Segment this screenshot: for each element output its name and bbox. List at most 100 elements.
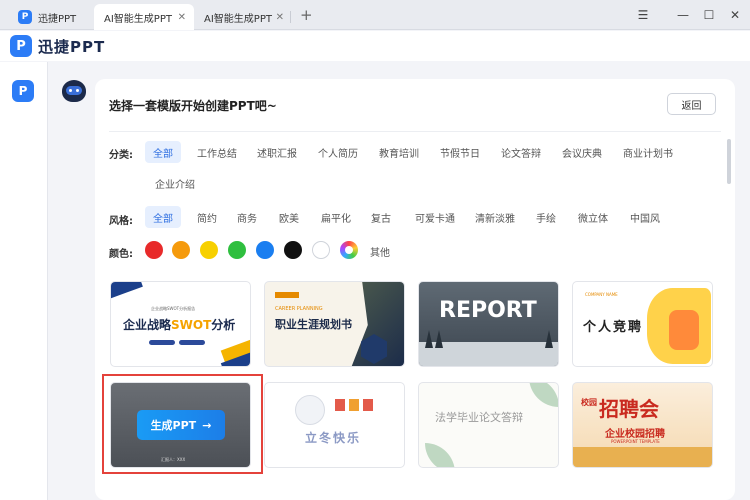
card-title: 选择一套模版开始创建PPT吧~ — [109, 99, 277, 113]
menu-icon[interactable]: ☰ — [634, 6, 652, 24]
color-swatch-white[interactable] — [312, 241, 330, 259]
category-chip[interactable]: 工作总结 — [189, 141, 245, 163]
app-header: P 迅捷PPT — [0, 31, 750, 61]
decor-pill — [149, 340, 175, 345]
template-title: 立冬快乐 — [305, 431, 362, 445]
style-chip[interactable]: 手绘 — [528, 206, 564, 228]
tab-bar: P 迅捷PPT AI智能生成PPT ✕ AI智能生成PPT ✕ + ☰ — ☐ … — [0, 0, 750, 30]
category-chip[interactable]: 论文答辩 — [493, 141, 549, 163]
color-swatch-blue[interactable] — [256, 241, 274, 259]
app-logo-icon: P — [18, 10, 32, 24]
decor-city — [573, 447, 712, 467]
title-part: 企业战略 — [123, 318, 172, 332]
decor-tree — [435, 330, 443, 348]
template-subtitle: CAREER PLANNING — [275, 306, 323, 312]
tab-ai-ppt-2[interactable]: AI智能生成PPT ✕ — [196, 4, 292, 30]
template-card-report[interactable]: REPORT — [418, 281, 559, 367]
tab-label: AI智能生成PPT — [204, 13, 272, 25]
color-other-link[interactable]: 其他 — [370, 244, 390, 259]
maximize-icon[interactable]: ☐ — [700, 6, 718, 24]
generate-ppt-button[interactable]: 生成PPT → — [137, 410, 225, 440]
decor-gift — [349, 399, 359, 411]
category-chip[interactable]: 述职汇报 — [249, 141, 305, 163]
template-title: 个人竞聘 — [583, 320, 644, 335]
decor-shape — [669, 310, 699, 350]
style-chip[interactable]: 扁平化 — [313, 206, 359, 228]
brand-name: 迅捷PPT — [38, 37, 106, 56]
template-title: 招聘会 — [599, 397, 659, 421]
template-picker-card: 选择一套模版开始创建PPT吧~ 返回 分类: 全部 工作总结 述职汇报 个人简历… — [95, 79, 735, 500]
style-label: 风格: — [109, 216, 133, 227]
template-card-career[interactable]: CAREER PLANNING 职业生涯规划书 — [264, 281, 405, 367]
decor-stripe — [111, 282, 143, 301]
arrow-right-icon: → — [202, 418, 212, 432]
color-swatch-orange[interactable] — [172, 241, 190, 259]
left-sidebar: P — [0, 62, 48, 500]
color-label: 颜色: — [109, 249, 133, 260]
category-chip-all[interactable]: 全部 — [145, 141, 181, 163]
template-badge: 校园 — [581, 398, 597, 407]
minimize-icon[interactable]: — — [674, 6, 692, 24]
decor-leaf — [529, 383, 558, 407]
tab-close-icon[interactable]: ✕ — [276, 12, 284, 23]
template-title: 企业战略SWOT分析 — [123, 316, 235, 333]
template-card-campus-recruit[interactable]: 校园 招聘会 企业校园招聘 POWERPOINT TEMPLATE — [572, 382, 713, 468]
category-label: 分类: — [109, 150, 133, 161]
color-swatch-black[interactable] — [284, 241, 302, 259]
tab-close-icon[interactable]: ✕ — [178, 12, 186, 23]
decor-tag — [275, 292, 299, 298]
decor-pill — [179, 340, 205, 345]
template-subtitle: COMPANY NAME — [585, 292, 618, 297]
decor-leaf — [425, 443, 455, 467]
template-title: 法学毕业论文答辩 — [435, 411, 523, 424]
brand-logo-icon: P — [10, 35, 32, 57]
color-picker-icon[interactable] — [340, 241, 358, 259]
template-title: 职业生涯规划书 — [275, 318, 352, 331]
template-subtitle: 企业校园招聘 — [605, 429, 665, 440]
template-card-competition[interactable]: COMPANY NAME 个人竞聘 — [572, 281, 713, 367]
sidebar-ppt-icon[interactable]: P — [12, 80, 34, 102]
title-highlight: SWOT — [171, 318, 212, 332]
category-chip[interactable]: 企业介绍 — [147, 172, 203, 194]
tab-separator — [290, 11, 291, 23]
style-chip[interactable]: 微立体 — [570, 206, 616, 228]
style-chip[interactable]: 欧美 — [271, 206, 307, 228]
category-chip[interactable]: 会议庆典 — [554, 141, 610, 163]
template-card-swot[interactable]: 企业战略SWOT分析报告 企业战略SWOT分析 — [110, 281, 251, 367]
title-part: 分析 — [211, 318, 236, 332]
template-caption: POWERPOINT TEMPLATE — [611, 439, 660, 444]
tab-ai-ppt-1[interactable]: AI智能生成PPT ✕ — [94, 4, 194, 30]
decor-gift — [335, 399, 345, 411]
template-card-law-thesis[interactable]: 法学毕业论文答辩 — [418, 382, 559, 468]
color-swatch-red[interactable] — [145, 241, 163, 259]
template-title: REPORT — [439, 298, 537, 323]
tab-app[interactable]: P 迅捷PPT — [18, 4, 88, 30]
style-chip[interactable]: 商务 — [229, 206, 265, 228]
close-window-icon[interactable]: ✕ — [726, 6, 744, 24]
tab-app-label: 迅捷PPT — [38, 13, 77, 25]
style-chip-all[interactable]: 全部 — [145, 206, 181, 228]
category-chip[interactable]: 商业计划书 — [615, 141, 681, 163]
category-chip[interactable]: 节假节日 — [432, 141, 488, 163]
category-chip[interactable]: 个人简历 — [310, 141, 366, 163]
category-chip[interactable]: 教育培训 — [371, 141, 427, 163]
style-chip[interactable]: 复古 — [363, 206, 399, 228]
color-swatch-green[interactable] — [228, 241, 246, 259]
decor-gift — [363, 399, 373, 411]
style-chip[interactable]: 可爱卡通 — [407, 206, 463, 228]
style-chip[interactable]: 清新淡雅 — [467, 206, 523, 228]
style-chip[interactable]: 简约 — [189, 206, 225, 228]
tab-label: AI智能生成PPT — [104, 13, 172, 25]
divider — [109, 131, 721, 132]
decor-bear — [295, 395, 325, 425]
color-swatch-yellow[interactable] — [200, 241, 218, 259]
back-button[interactable]: 返回 — [667, 93, 716, 115]
template-subtitle: 企业战略SWOT分析报告 — [151, 306, 196, 311]
new-tab-icon[interactable]: + — [300, 6, 313, 24]
template-card-winter[interactable]: 立冬快乐 — [264, 382, 405, 468]
generate-label: 生成PPT — [150, 419, 197, 432]
style-chip[interactable]: 中国风 — [622, 206, 668, 228]
decor-tree — [425, 330, 433, 348]
decor-tree — [545, 330, 553, 348]
scrollbar-thumb[interactable] — [727, 139, 731, 184]
